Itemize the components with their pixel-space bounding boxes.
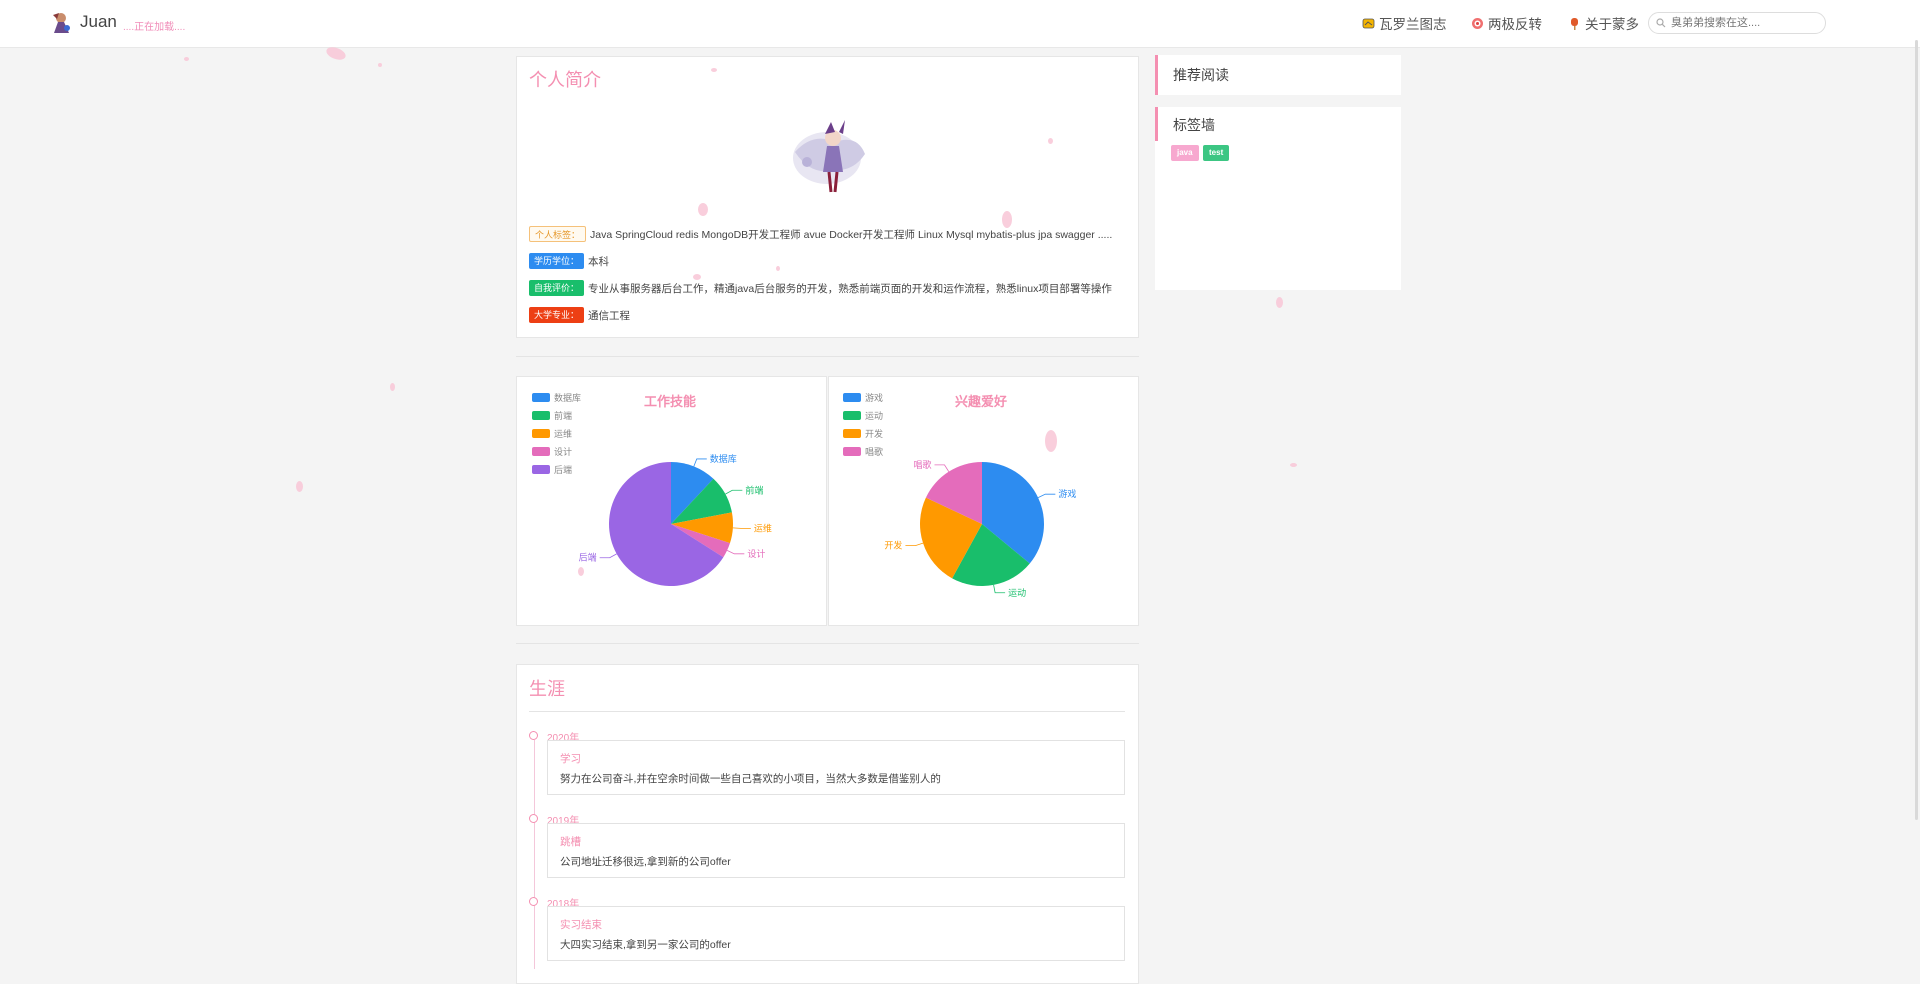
petal-decoration [578,567,584,576]
pie-leader-line [732,527,751,529]
legend-item[interactable]: 游戏 [843,388,883,406]
degree-label: 学历学位： [529,253,585,269]
legend-swatch [843,392,861,402]
petal-decoration [698,203,708,216]
pie-leader-line [693,458,707,467]
nav-item-map[interactable]: 瓦罗兰图志 [1362,13,1447,33]
nav-label: 关于蒙多 [1585,17,1639,32]
timeline-entry-desc: 努力在公司奋斗,并在空余时间做一些自己喜欢的小项目，当然大多数是借鉴别人的 [560,773,941,785]
chart-title: 工作技能 [644,394,697,409]
pie-slice-label: 后端 [579,552,597,563]
map-icon [1362,18,1375,28]
target-icon [1472,17,1483,29]
timeline-entry-desc: 公司地址迁移很远,拿到新的公司offer [560,856,731,868]
degree-value: 本科 [588,255,610,268]
petal-decoration [296,481,303,492]
nav-label: 两极反转 [1488,17,1542,32]
top-navbar: Juan ....正在加载.... 瓦罗兰图志 两极反转 关于蒙多 [0,0,1920,48]
timeline-entry: 学习 努力在公司奋斗,并在空余时间做一些自己喜欢的小项目，当然大多数是借鉴别人的 [547,740,1125,795]
petal-decoration [693,274,701,280]
legend-label: 数据库 [554,392,582,403]
legend-item[interactable]: 数据库 [532,388,581,406]
page-scrollbar[interactable] [1915,40,1918,820]
legend-label: 前端 [554,410,573,421]
pie-leader-line [934,464,950,472]
chart-title: 兴趣爱好 [955,394,1008,409]
brand-loading-text: ....正在加载.... [123,22,186,33]
pie-slice-label: 运动 [1008,588,1026,598]
pie-slice-label: 游戏 [1058,488,1076,499]
petal-decoration [1002,211,1012,228]
pie-leader-line [599,553,617,559]
career-divider [529,711,1125,712]
pie-leader-line [725,489,743,495]
tag-java[interactable]: java [1171,145,1199,161]
pie-leader-line [905,542,924,547]
timeline-entry: 跳槽 公司地址迁移很远,拿到新的公司offer [547,823,1125,878]
legend-label: 游戏 [865,392,884,403]
pie-slice-label: 唱歌 [913,459,931,470]
info-row-self-eval: 自我评价： 专业从事服务器后台工作，精通java后台服务的开发，熟悉前端页面的开… [529,280,1112,296]
pie-leader-line [1037,493,1056,498]
major-value: 通信工程 [588,309,631,322]
major-label: 大学专业： [529,307,585,323]
nav-item-about[interactable]: 关于蒙多 [1568,13,1639,33]
timeline-entry-title: 跳槽 [560,836,581,848]
pie-slice-label: 运维 [754,522,772,533]
hobbies-pie-chart: 游戏运动 开发 唱歌 [884,459,1076,598]
timeline-dot [529,814,538,823]
personal-tags-label: 个人标签： [529,226,587,242]
legend-item[interactable]: 运动 [843,406,883,424]
career-title: 生涯 [529,679,565,699]
pie-slice-label: 开发 [884,540,902,551]
recommended-reading-header[interactable]: 推荐阅读 [1155,55,1401,95]
personal-tags-value: Java SpringCloud redis MongoDB开发工程师 avue… [590,228,1113,241]
legend-swatch [532,410,550,420]
nav-item-reverse[interactable]: 两极反转 [1471,13,1542,33]
timeline-line [534,740,535,969]
logo-icon[interactable] [48,9,74,35]
pie-slice-label: 前端 [745,484,763,495]
petal-decoration [711,68,717,72]
timeline-dot [529,731,538,740]
timeline-entry-desc: 大四实习结束,拿到另一家公司的offer [560,939,731,951]
petal-decoration [1048,138,1053,144]
legend-label: 运动 [865,410,884,421]
timeline-dot [529,897,538,906]
petal-decoration [1045,430,1057,452]
self-eval-value: 专业从事服务器后台工作，精通java后台服务的开发，熟悉前端页面的开发和运作流程… [588,282,1112,295]
search-input[interactable] [1648,12,1826,34]
nav-label: 瓦罗兰图志 [1379,17,1447,32]
skills-pie-chart: 数据库前端运维设计 后端 [579,453,772,586]
section-divider [516,356,1139,357]
petal-decoration [184,57,189,61]
petal-decoration [1276,297,1283,308]
search-icon [1656,18,1666,28]
section-divider [516,643,1139,644]
pie-slice-label: 设计 [747,548,765,559]
tag-test[interactable]: test [1203,145,1230,161]
info-row-tags: 个人标签： Java SpringCloud redis MongoDB开发工程… [529,226,1112,242]
timeline-entry-title: 实习结束 [560,919,602,931]
petal-decoration [1290,463,1297,467]
profile-title: 个人简介 [529,70,601,90]
legend-swatch [843,410,861,420]
petal-decoration [378,63,382,67]
info-row-degree: 学历学位： 本科 [529,253,609,269]
pie-leader-line [726,550,745,555]
legend-swatch [532,392,550,402]
brand-name[interactable]: Juan [80,12,117,32]
petal-decoration [776,266,780,271]
petal-decoration [390,383,395,391]
popsicle-icon [1571,17,1578,30]
pie-leader-line [993,584,1006,594]
info-row-major: 大学专业： 通信工程 [529,307,630,323]
pie-slice-label: 数据库 [710,453,737,464]
legend-item[interactable]: 前端 [532,406,581,424]
avatar [793,120,865,193]
self-eval-label: 自我评价： [529,280,585,296]
timeline-entry-title: 学习 [560,753,581,765]
timeline-entry: 实习结束 大四实习结束,拿到另一家公司的offer [547,906,1125,961]
tag-wall-header: 标签墙 [1155,107,1401,141]
